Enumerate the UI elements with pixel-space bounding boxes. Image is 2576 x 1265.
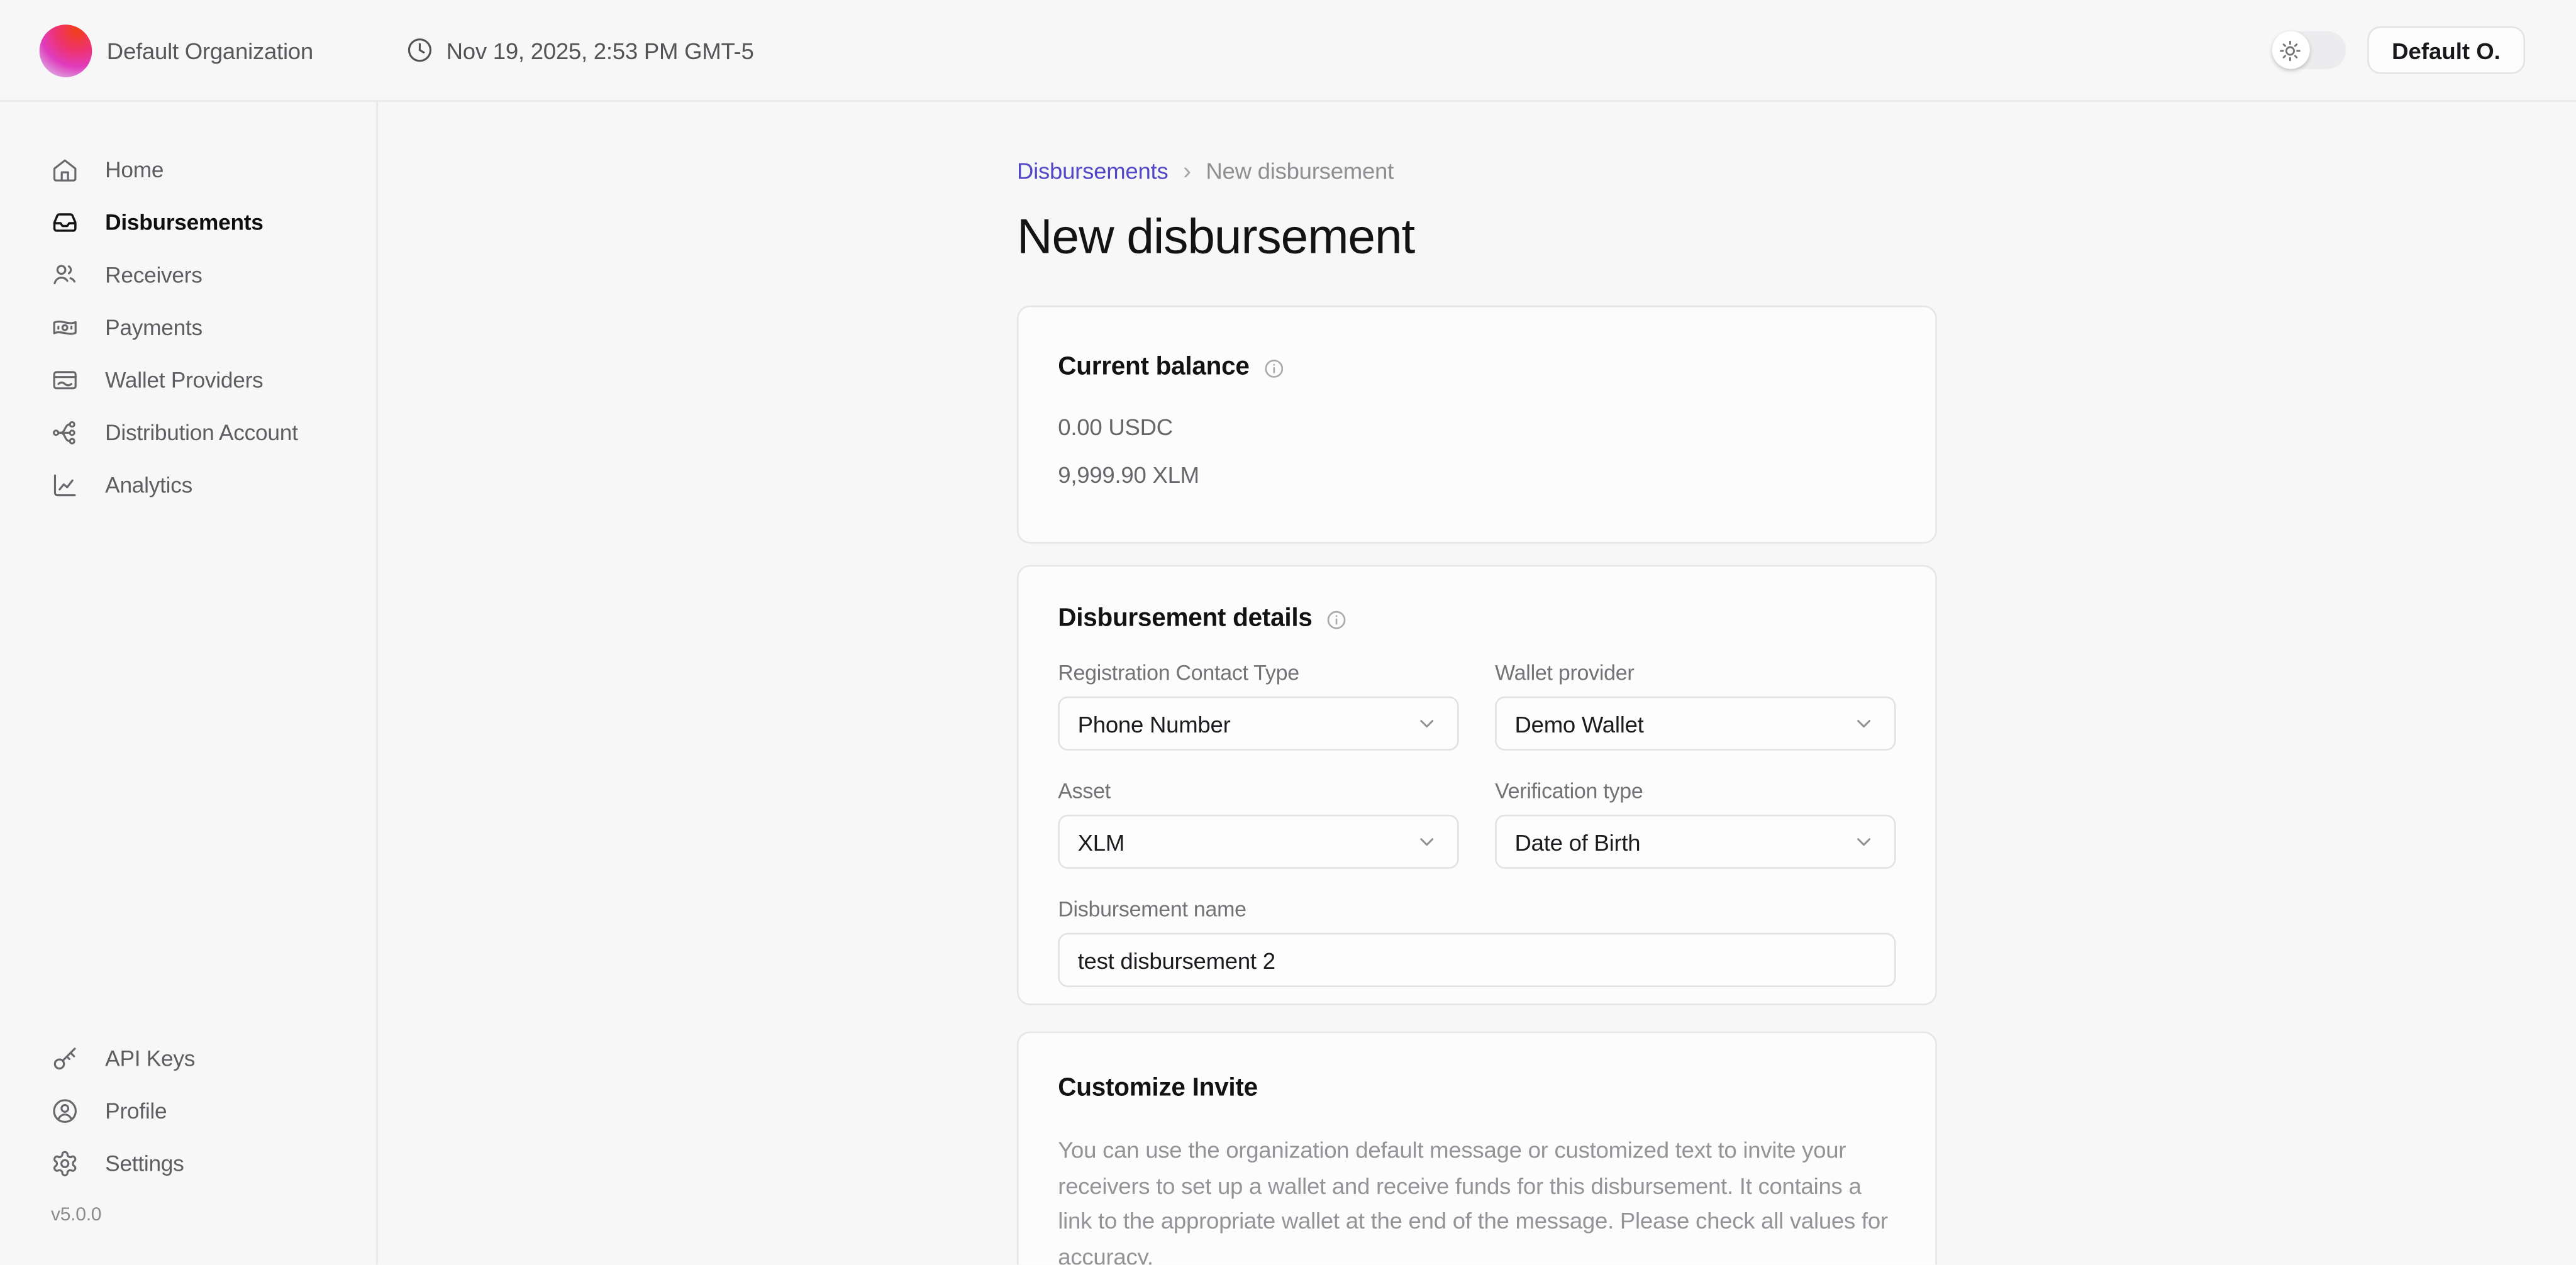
field-registration-contact-type: Registration Contact Type Phone Number xyxy=(1058,660,1458,751)
sidebar-item-label: Receivers xyxy=(105,262,202,287)
key-icon xyxy=(51,1044,79,1071)
sidebar-item-label: Wallet Providers xyxy=(105,367,263,392)
sidebar-item-label: Analytics xyxy=(105,472,192,497)
sidebar-item-label: Disbursements xyxy=(105,209,263,234)
wallet-card-icon xyxy=(51,365,79,393)
app-root: Default Organization Nov 19, 2025, 2:53 … xyxy=(0,0,2576,1264)
content-column: Disbursements › New disbursement New dis… xyxy=(1017,155,1937,1265)
sidebar-bottom-group: API Keys Profile Settings v5.0.0 xyxy=(0,1038,376,1225)
gear-icon xyxy=(51,1149,79,1176)
details-card-title: Disbursement details xyxy=(1058,603,1312,636)
info-icon[interactable] xyxy=(1263,357,1284,378)
sidebar-item-label: API Keys xyxy=(105,1046,195,1070)
customize-invite-card: Customize Invite You can use the organiz… xyxy=(1017,1031,1937,1264)
chevron-down-icon xyxy=(1414,829,1439,854)
inbox-icon xyxy=(51,207,79,235)
registration-contact-type-select[interactable]: Phone Number xyxy=(1058,697,1458,751)
main-area: Disbursements › New disbursement New dis… xyxy=(378,102,2576,1264)
sidebar: Home Disbursements Receivers Payments Wa… xyxy=(0,102,378,1264)
chevron-down-icon xyxy=(1852,829,1876,854)
field-disbursement-name: Disbursement name xyxy=(1058,897,1896,987)
sidebar-item-profile[interactable]: Profile xyxy=(0,1091,376,1130)
balance-xlm: 9,999.90 XLM xyxy=(1058,461,1896,489)
sidebar-item-settings[interactable]: Settings xyxy=(0,1143,376,1183)
chevron-down-icon xyxy=(1414,711,1439,736)
users-icon xyxy=(51,260,79,288)
sidebar-item-wallet-providers[interactable]: Wallet Providers xyxy=(0,360,376,399)
sidebar-item-label: Settings xyxy=(105,1151,184,1175)
sidebar-item-api-keys[interactable]: API Keys xyxy=(0,1038,376,1078)
banknote-icon xyxy=(51,313,79,341)
current-datetime: Nov 19, 2025, 2:53 PM GMT-5 xyxy=(405,36,753,64)
select-value: Date of Birth xyxy=(1514,829,1640,855)
sidebar-item-label: Profile xyxy=(105,1098,167,1122)
breadcrumb: Disbursements › New disbursement xyxy=(1017,155,1937,187)
balance-usdc: 0.00 USDC xyxy=(1058,414,1896,441)
asset-select[interactable]: XLM xyxy=(1058,815,1458,869)
field-verification-type: Verification type Date of Birth xyxy=(1495,778,1896,869)
theme-toggle-thumb[interactable] xyxy=(2272,31,2309,69)
clock-icon xyxy=(405,36,433,64)
field-label: Disbursement name xyxy=(1058,897,1896,923)
breadcrumb-link-disbursements[interactable]: Disbursements xyxy=(1017,158,1169,184)
select-value: XLM xyxy=(1078,829,1124,855)
field-label: Asset xyxy=(1058,778,1458,805)
verification-type-select[interactable]: Date of Birth xyxy=(1495,815,1896,869)
sidebar-item-receivers[interactable]: Receivers xyxy=(0,255,376,294)
page-title: New disbursement xyxy=(1017,209,1937,268)
profile-menu-button[interactable]: Default O. xyxy=(2367,26,2525,74)
current-balance-card: Current balance 0.00 USDC 9,999.90 XLM xyxy=(1017,306,1937,544)
field-label: Wallet provider xyxy=(1495,660,1896,687)
invite-description: You can use the organization default mes… xyxy=(1058,1133,1892,1264)
breadcrumb-separator: › xyxy=(1183,157,1191,184)
field-wallet-provider: Wallet provider Demo Wallet xyxy=(1495,660,1896,751)
sidebar-item-distribution-account[interactable]: Distribution Account xyxy=(0,412,376,452)
sidebar-item-label: Home xyxy=(105,157,164,181)
theme-toggle[interactable] xyxy=(2272,31,2346,69)
select-value: Demo Wallet xyxy=(1514,710,1643,737)
field-asset: Asset XLM xyxy=(1058,778,1458,869)
select-value: Phone Number xyxy=(1078,710,1231,737)
balance-card-title-row: Current balance xyxy=(1058,351,1896,384)
wallet-provider-select[interactable]: Demo Wallet xyxy=(1495,697,1896,751)
details-form: Registration Contact Type Phone Number W… xyxy=(1058,660,1896,987)
balance-card-title: Current balance xyxy=(1058,351,1249,384)
org-name: Default Organization xyxy=(107,37,313,64)
disbursement-details-card: Disbursement details Registration Contac… xyxy=(1017,565,1937,1005)
top-header: Default Organization Nov 19, 2025, 2:53 … xyxy=(0,0,2576,102)
sidebar-item-payments[interactable]: Payments xyxy=(0,307,376,346)
datetime-text: Nov 19, 2025, 2:53 PM GMT-5 xyxy=(447,37,754,64)
disbursement-name-input[interactable] xyxy=(1058,933,1896,987)
details-card-title-row: Disbursement details xyxy=(1058,603,1896,636)
field-label: Verification type xyxy=(1495,778,1896,805)
sidebar-item-analytics[interactable]: Analytics xyxy=(0,465,376,504)
chevron-down-icon xyxy=(1852,711,1876,736)
sidebar-item-label: Payments xyxy=(105,314,203,339)
field-label: Registration Contact Type xyxy=(1058,660,1458,687)
sidebar-item-home[interactable]: Home xyxy=(0,150,376,189)
invite-card-title-row: Customize Invite xyxy=(1058,1073,1896,1105)
home-icon xyxy=(51,155,79,183)
sidebar-item-label: Distribution Account xyxy=(105,419,297,444)
network-icon xyxy=(51,418,79,446)
org-logo xyxy=(40,24,92,77)
invite-card-title: Customize Invite xyxy=(1058,1073,1258,1105)
sidebar-item-disbursements[interactable]: Disbursements xyxy=(0,202,376,241)
sun-icon xyxy=(2279,38,2302,62)
sidebar-top-group: Home Disbursements Receivers Payments Wa… xyxy=(0,150,376,517)
chart-line-icon xyxy=(51,470,79,498)
user-circle-icon xyxy=(51,1097,79,1124)
info-icon[interactable] xyxy=(1326,609,1347,630)
breadcrumb-current: New disbursement xyxy=(1206,158,1394,184)
app-version: v5.0.0 xyxy=(0,1205,376,1225)
